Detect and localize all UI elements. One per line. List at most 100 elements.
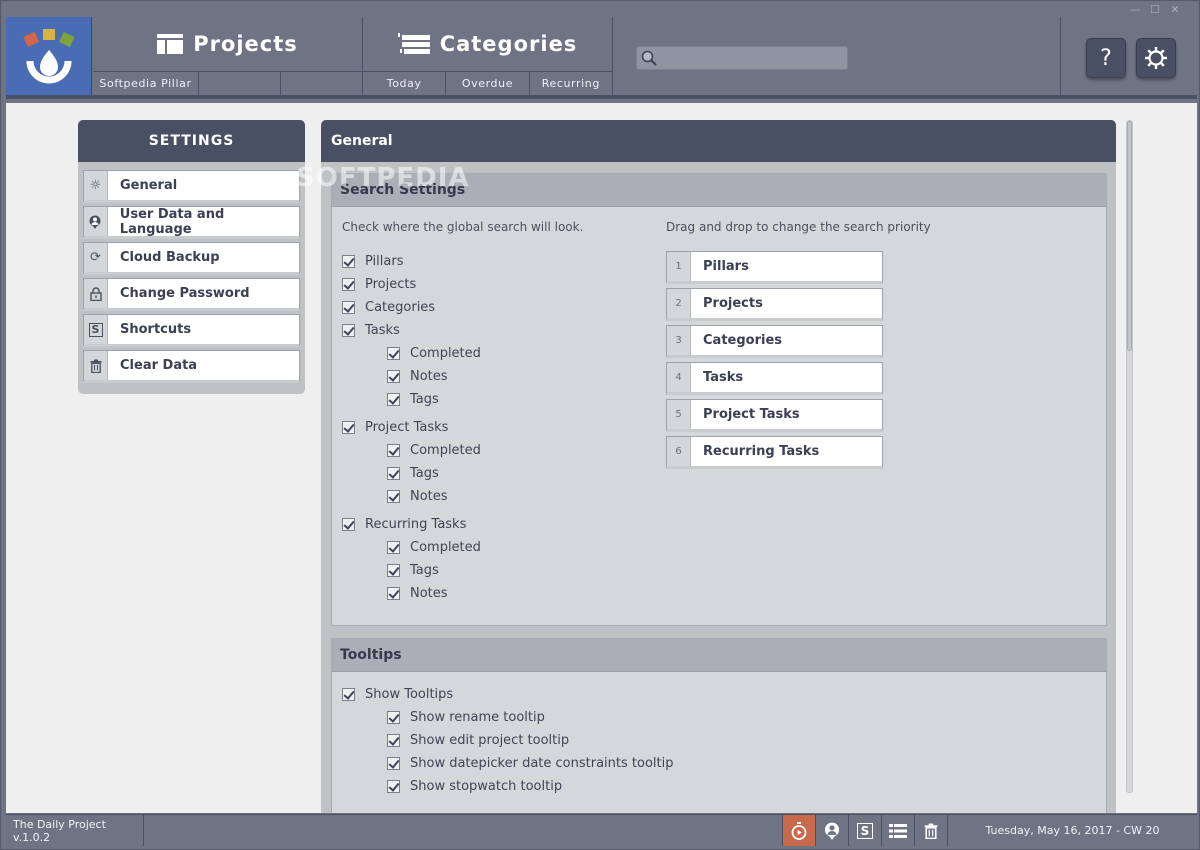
subtab-pillar[interactable]: Softpedia Pillar — [93, 72, 199, 95]
subtab-empty-2[interactable] — [281, 72, 362, 95]
checkbox-show-stopwatch-tooltip[interactable]: Show stopwatch tooltip — [387, 779, 562, 794]
sidebar-item-clear-data[interactable]: Clear Data — [83, 350, 300, 383]
trash-icon — [924, 823, 938, 839]
checkbox-completed[interactable]: Completed — [387, 346, 481, 361]
user-pin-icon — [824, 822, 840, 840]
checkbox-project-tasks[interactable]: Project Tasks — [342, 420, 448, 435]
general-panel: General Search Settings Check where the … — [321, 120, 1116, 813]
sidebar-item-shortcuts[interactable]: S Shortcuts — [83, 314, 300, 347]
priority-item-project-tasks[interactable]: 5 Project Tasks — [666, 399, 883, 432]
checkbox-box[interactable] — [387, 587, 400, 600]
checkbox-box[interactable] — [387, 370, 400, 383]
checkbox-box[interactable] — [387, 711, 400, 724]
checkbox-show-tooltips[interactable]: Show Tooltips — [342, 687, 453, 702]
priority-item-projects[interactable]: 2 Projects — [666, 288, 883, 321]
sidebar-item-user-data[interactable]: User Data and Language — [83, 206, 300, 239]
checkbox-notes[interactable]: Notes — [387, 586, 448, 601]
checkbox-box[interactable] — [387, 467, 400, 480]
priority-item-tasks[interactable]: 4 Tasks — [666, 362, 883, 395]
gear-icon: ☼ — [84, 171, 108, 200]
sidebar-item-change-password[interactable]: Change Password — [83, 278, 300, 311]
subtab-recurring[interactable]: Recurring — [530, 72, 612, 95]
checkbox-box[interactable] — [387, 564, 400, 577]
sidebar-item-cloud-backup[interactable]: ⟳ Cloud Backup — [83, 242, 300, 275]
user-button[interactable] — [815, 815, 848, 846]
projects-subtabs: Softpedia Pillar — [93, 71, 362, 95]
current-date: Tuesday, May 16, 2017 - CW 20 — [947, 815, 1197, 846]
checkbox-label: Projects — [365, 277, 417, 292]
maximize-icon[interactable]: ☐ — [1149, 3, 1161, 16]
app-logo[interactable] — [6, 17, 92, 95]
sidebar-item-general[interactable]: ☼ General — [83, 170, 300, 203]
checkbox-show-datepicker-date-constraints-tooltip[interactable]: Show datepicker date constraints tooltip — [387, 756, 673, 771]
checkbox-notes[interactable]: Notes — [387, 489, 448, 504]
subtab-empty-1[interactable] — [199, 72, 281, 95]
categories-button[interactable] — [881, 815, 914, 846]
checkbox-box[interactable] — [342, 688, 355, 701]
checkbox-recurring-tasks[interactable]: Recurring Tasks — [342, 517, 466, 532]
stopwatch-button[interactable] — [782, 815, 815, 846]
search-icon — [641, 50, 657, 66]
close-icon[interactable]: ✕ — [1169, 3, 1181, 16]
checkbox-projects[interactable]: Projects — [342, 277, 416, 292]
checkbox-box[interactable] — [387, 444, 400, 457]
projects-icon — [157, 34, 184, 54]
nav-projects: Projects Softpedia Pillar — [93, 17, 363, 95]
checkbox-box[interactable] — [387, 734, 400, 747]
checkbox-pillars[interactable]: Pillars — [342, 254, 403, 269]
checkbox-box[interactable] — [342, 255, 355, 268]
checkbox-box[interactable] — [387, 490, 400, 503]
search-input[interactable] — [661, 48, 847, 68]
status-bar: The Daily Project v.1.0.2 S Tuesday, May… — [6, 814, 1197, 846]
checkbox-box[interactable] — [342, 518, 355, 531]
subtab-overdue[interactable]: Overdue — [446, 72, 530, 95]
checkbox-notes[interactable]: Notes — [387, 369, 448, 384]
priority-number: 1 — [667, 252, 691, 281]
checkbox-box[interactable] — [342, 324, 355, 337]
checkbox-box[interactable] — [387, 541, 400, 554]
checkbox-tasks[interactable]: Tasks — [342, 323, 400, 338]
checkbox-box[interactable] — [342, 421, 355, 434]
checkbox-tags[interactable]: Tags — [387, 563, 439, 578]
checkbox-tags[interactable]: Tags — [387, 392, 439, 407]
checkbox-box[interactable] — [387, 757, 400, 770]
checkbox-label: Show stopwatch tooltip — [410, 779, 563, 794]
checkbox-box[interactable] — [387, 780, 400, 793]
checkbox-completed[interactable]: Completed — [387, 540, 481, 555]
settings-button[interactable] — [1136, 38, 1176, 78]
priority-item-recurring-tasks[interactable]: 6 Recurring Tasks — [666, 436, 883, 469]
checkbox-box[interactable] — [387, 393, 400, 406]
categories-tab[interactable]: Categories — [363, 17, 612, 71]
checkbox-box[interactable] — [342, 278, 355, 291]
checkbox-box[interactable] — [342, 301, 355, 314]
checkbox-label: Show Tooltips — [365, 687, 454, 702]
sidebar-item-label: General — [120, 178, 178, 193]
checkbox-label: Project Tasks — [365, 420, 449, 435]
checkbox-label: Categories — [365, 300, 436, 315]
checkbox-completed[interactable]: Completed — [387, 443, 481, 458]
top-header: Projects Softpedia Pillar Categories Tod… — [6, 17, 1197, 99]
priority-item-pillars[interactable]: 1 Pillars — [666, 251, 883, 284]
clear-data-button[interactable] — [914, 815, 947, 846]
checkbox-show-edit-project-tooltip[interactable]: Show edit project tooltip — [387, 733, 569, 748]
scrollbar-thumb[interactable] — [1127, 121, 1132, 351]
help-button[interactable]: ? — [1086, 38, 1126, 78]
window-controls: — ☐ ✕ — [1129, 3, 1181, 16]
checkbox-tags[interactable]: Tags — [387, 466, 439, 481]
checkbox-box[interactable] — [387, 347, 400, 360]
vertical-scrollbar[interactable] — [1126, 120, 1133, 793]
shortcuts-button[interactable]: S — [848, 815, 881, 846]
app-version: The Daily Project v.1.0.2 — [6, 815, 144, 846]
priority-number: 2 — [667, 289, 691, 318]
checkbox-label: Notes — [410, 586, 448, 601]
checkbox-categories[interactable]: Categories — [342, 300, 435, 315]
projects-tab[interactable]: Projects — [93, 17, 362, 71]
minimize-icon[interactable]: — — [1129, 3, 1141, 16]
checkbox-show-rename-tooltip[interactable]: Show rename tooltip — [387, 710, 545, 725]
priority-item-categories[interactable]: 3 Categories — [666, 325, 883, 358]
projects-title: Projects — [193, 32, 298, 56]
checkbox-label: Notes — [410, 369, 448, 384]
sidebar-item-label: Shortcuts — [120, 322, 192, 337]
checkbox-label: Notes — [410, 489, 448, 504]
subtab-today[interactable]: Today — [363, 72, 447, 95]
